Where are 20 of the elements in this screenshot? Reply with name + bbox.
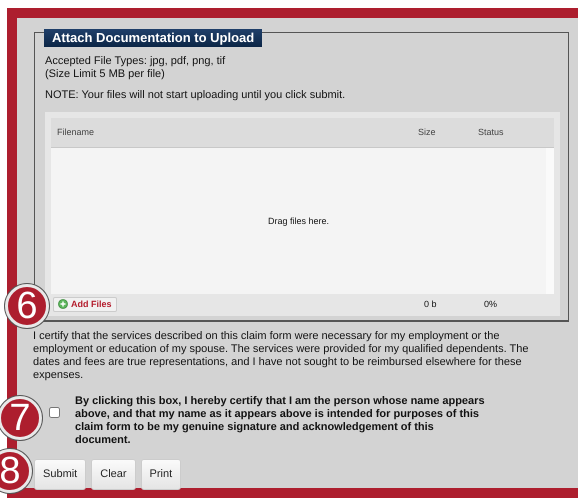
- form-button[interactable]: Clear: [91, 459, 136, 490]
- form-button[interactable]: Print: [140, 459, 182, 490]
- column-header: Size: [418, 127, 437, 138]
- section-legend: Attach Documentation to Upload: [44, 29, 262, 47]
- drop-hint: Drag files here.: [268, 216, 330, 226]
- certification-text: I certify that the services described on this claim form were necessary for my employment or the employment or education of my spouse. The services were provided for my qualified dependents. The dates and fees are true representations, and I have not sought to be reimbursed elsewhere for these expenses.: [33, 330, 530, 382]
- step-badge: 8: [0, 449, 32, 493]
- accepted-types-text: Accepted File Types: jpg, pdf, png, tif: [45, 54, 226, 68]
- step-badge: 7: [0, 396, 42, 440]
- signature-checkbox[interactable]: [49, 406, 60, 418]
- form-button[interactable]: Submit: [34, 459, 86, 490]
- size-limit-text: (Size Limit 5 MB per file): [45, 68, 166, 81]
- signature-statement: By clicking this box, I hereby certify that I am the person whose name appears above, and that my name as it appears above is intended for purposes of this claim form to be my genuine signature and acknowledgement of this document.: [75, 394, 485, 448]
- add-icon: [58, 299, 68, 310]
- column-header: Filename: [57, 127, 96, 138]
- add-files-button[interactable]: Add Files: [53, 296, 117, 312]
- total-status: 0%: [484, 298, 498, 310]
- total-size: 0 b: [424, 298, 438, 310]
- upload-note: NOTE: Your files will not start uploading until you click submit.: [45, 88, 346, 102]
- column-header: Status: [478, 127, 505, 138]
